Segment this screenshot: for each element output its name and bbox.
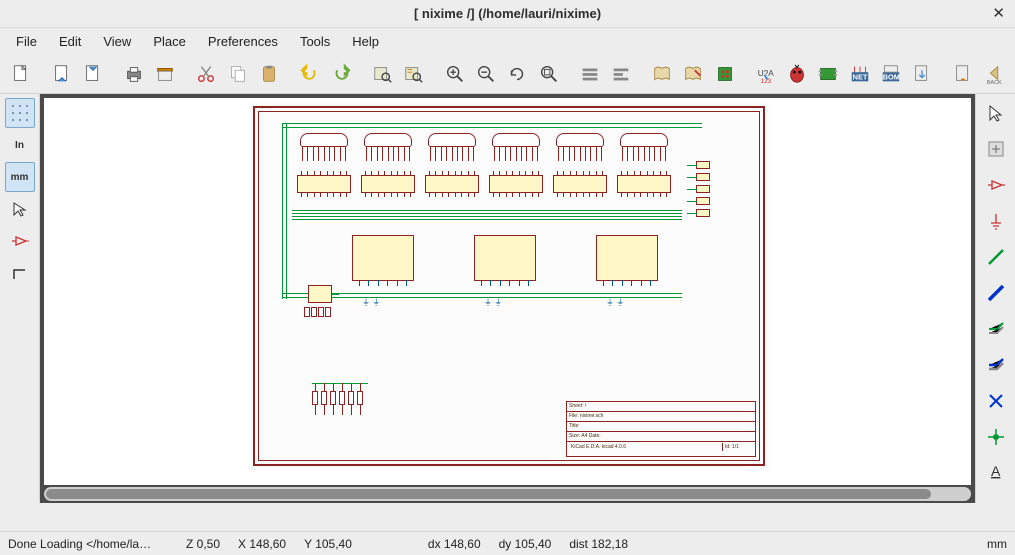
lines-mode-button[interactable] (5, 258, 35, 288)
units-inches-button[interactable]: In (5, 130, 35, 160)
place-wire-button[interactable] (981, 242, 1011, 272)
horizontal-scrollbar[interactable] (44, 487, 971, 501)
svg-text:123: 123 (760, 78, 771, 85)
zoom-redraw-button[interactable] (503, 59, 532, 89)
menu-file[interactable]: File (6, 31, 47, 52)
nixie-tube-3 (422, 133, 482, 161)
driver-ic-4 (489, 175, 543, 193)
zoom-out-button[interactable] (472, 59, 501, 89)
status-dist: dist 182,18 (569, 537, 628, 551)
driver-ic-6 (617, 175, 671, 193)
menu-edit[interactable]: Edit (49, 31, 91, 52)
window-title: [ nixime /] (/home/lauri/nixime) (414, 6, 601, 21)
statusbar: Done Loading </home/la… Z 0,50 X 148,60 … (0, 531, 1015, 555)
erc-button[interactable] (783, 59, 812, 89)
close-icon[interactable]: ✕ (992, 4, 1005, 22)
top-toolbar: U?A123 NET BOM BACK (0, 54, 1015, 94)
zoom-fit-button[interactable] (534, 59, 563, 89)
schematic-sheet: ⏚ ⏚ ⏚ ⏚ ⏚ ⏚ (249, 102, 769, 470)
leave-sheet-button[interactable] (606, 59, 635, 89)
canvas-viewport[interactable]: ⏚ ⏚ ⏚ ⏚ ⏚ ⏚ (44, 98, 971, 485)
driver-ic-2 (361, 175, 415, 193)
undo-button[interactable] (296, 59, 325, 89)
junction-button[interactable] (981, 422, 1011, 452)
zoom-in-button[interactable] (440, 59, 469, 89)
menubar: File Edit View Place Preferences Tools H… (0, 28, 1015, 54)
menu-view[interactable]: View (93, 31, 141, 52)
place-bus-button[interactable] (981, 278, 1011, 308)
paste-button[interactable] (254, 59, 283, 89)
units-mm-button[interactable]: mm (5, 162, 35, 192)
copy-button[interactable] (223, 59, 252, 89)
library-browse-button[interactable] (648, 59, 677, 89)
grid-toggle-button[interactable] (5, 98, 35, 128)
left-toolbar: In mm (0, 94, 40, 503)
hierarchy-nav-button[interactable] (575, 59, 604, 89)
svg-text:BOM: BOM (883, 72, 900, 81)
cvpcb-button[interactable] (814, 59, 843, 89)
bom-button[interactable]: BOM (876, 59, 905, 89)
menu-tools[interactable]: Tools (290, 31, 340, 52)
library-edit-button[interactable] (679, 59, 708, 89)
status-dx: dx 148,60 (428, 537, 481, 551)
footprint-button[interactable] (710, 59, 739, 89)
new-button[interactable] (6, 59, 35, 89)
svg-text:A: A (991, 463, 1001, 479)
oscillator (308, 285, 332, 303)
net-label-button[interactable]: A (981, 458, 1011, 488)
titlebar: [ nixime /] (/home/lauri/nixime) ✕ (0, 0, 1015, 28)
resistor-array (312, 383, 368, 421)
import-button[interactable] (949, 59, 978, 89)
status-units: mm (987, 537, 1007, 551)
wire-to-bus-button[interactable] (981, 314, 1011, 344)
right-toolbar: A (975, 94, 1015, 503)
svg-text:BACK: BACK (986, 80, 1001, 85)
open-button[interactable] (47, 59, 76, 89)
status-zoom: Z 0,50 (186, 537, 220, 551)
hidden-pins-button[interactable] (5, 226, 35, 256)
status-message: Done Loading </home/la… (8, 537, 168, 551)
status-y: Y 105,40 (304, 537, 352, 551)
controller-ic-2 (474, 235, 536, 281)
place-power-button[interactable] (981, 206, 1011, 236)
nixie-tube-6 (614, 133, 674, 161)
nixie-tube-4 (486, 133, 546, 161)
workspace: In mm (0, 94, 1015, 503)
replace-button[interactable] (399, 59, 428, 89)
nixie-tube-5 (550, 133, 610, 161)
title-block: Sheet: / File: nixime.sch Title: Size: A… (566, 401, 756, 457)
canvas[interactable]: ⏚ ⏚ ⏚ ⏚ ⏚ ⏚ (40, 94, 975, 503)
netlist-button[interactable]: NET (845, 59, 874, 89)
controller-ic-1 (352, 235, 414, 281)
page-settings-button[interactable] (151, 59, 180, 89)
annotate-button[interactable]: U?A123 (751, 59, 780, 89)
bus-to-bus-button[interactable] (981, 350, 1011, 380)
connector-block (696, 161, 738, 233)
cursor-shape-button[interactable] (5, 194, 35, 224)
menu-help[interactable]: Help (342, 31, 389, 52)
controller-ic-3 (596, 235, 658, 281)
select-tool-button[interactable] (981, 98, 1011, 128)
export-button[interactable] (908, 59, 937, 89)
driver-ic-3 (425, 175, 479, 193)
cut-button[interactable] (192, 59, 221, 89)
print-button[interactable] (119, 59, 148, 89)
nixie-tube-1 (294, 133, 354, 161)
menu-preferences[interactable]: Preferences (198, 31, 288, 52)
crystal (304, 307, 334, 321)
status-dy: dy 105,40 (499, 537, 552, 551)
find-button[interactable] (368, 59, 397, 89)
status-x: X 148,60 (238, 537, 286, 551)
nixie-tube-2 (358, 133, 418, 161)
svg-text:NET: NET (852, 72, 867, 81)
no-connect-button[interactable] (981, 386, 1011, 416)
highlight-net-button[interactable] (981, 134, 1011, 164)
save-button[interactable] (78, 59, 107, 89)
driver-ic-5 (553, 175, 607, 193)
menu-place[interactable]: Place (143, 31, 196, 52)
back-button[interactable]: BACK (980, 59, 1009, 89)
driver-ic-1 (297, 175, 351, 193)
redo-button[interactable] (327, 59, 356, 89)
place-component-button[interactable] (981, 170, 1011, 200)
